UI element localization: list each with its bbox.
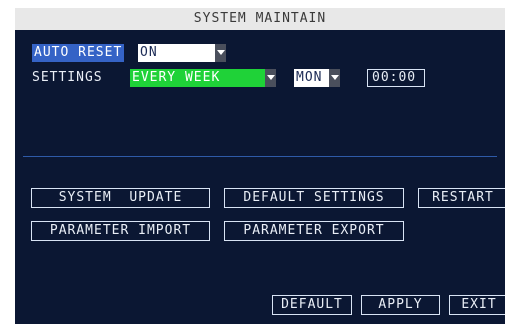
default-button[interactable]: DEFAULT — [272, 295, 352, 315]
time-input[interactable]: 00:00 — [367, 69, 425, 87]
system-maintain-panel: SYSTEM MAINTAIN AUTO RESET ON SETTINGS E… — [15, 8, 505, 324]
chevron-down-icon[interactable] — [215, 44, 226, 62]
chevron-down-icon[interactable] — [265, 69, 276, 87]
exit-button[interactable]: EXIT — [449, 295, 505, 315]
page-title: SYSTEM MAINTAIN — [15, 8, 505, 30]
auto-reset-select[interactable]: ON — [138, 44, 226, 62]
frequency-value: EVERY WEEK — [132, 70, 221, 85]
section-divider — [23, 156, 497, 157]
parameter-export-button[interactable]: PARAMETER EXPORT — [224, 221, 404, 241]
default-settings-button[interactable]: DEFAULT SETTINGS — [224, 188, 404, 208]
system-update-button[interactable]: SYSTEM UPDATE — [31, 188, 210, 208]
auto-reset-label[interactable]: AUTO RESET — [32, 44, 125, 62]
frequency-select[interactable]: EVERY WEEK — [130, 69, 276, 87]
settings-label: SETTINGS — [32, 70, 103, 85]
day-value: MON — [296, 70, 323, 85]
day-select[interactable]: MON — [294, 69, 340, 87]
apply-button[interactable]: APPLY — [361, 295, 440, 315]
chevron-down-icon[interactable] — [329, 69, 340, 87]
restart-button[interactable]: RESTART — [418, 188, 505, 208]
auto-reset-value: ON — [140, 45, 158, 60]
system-update-label: SYSTEM UPDATE — [58, 190, 183, 205]
parameter-import-button[interactable]: PARAMETER IMPORT — [31, 221, 210, 241]
